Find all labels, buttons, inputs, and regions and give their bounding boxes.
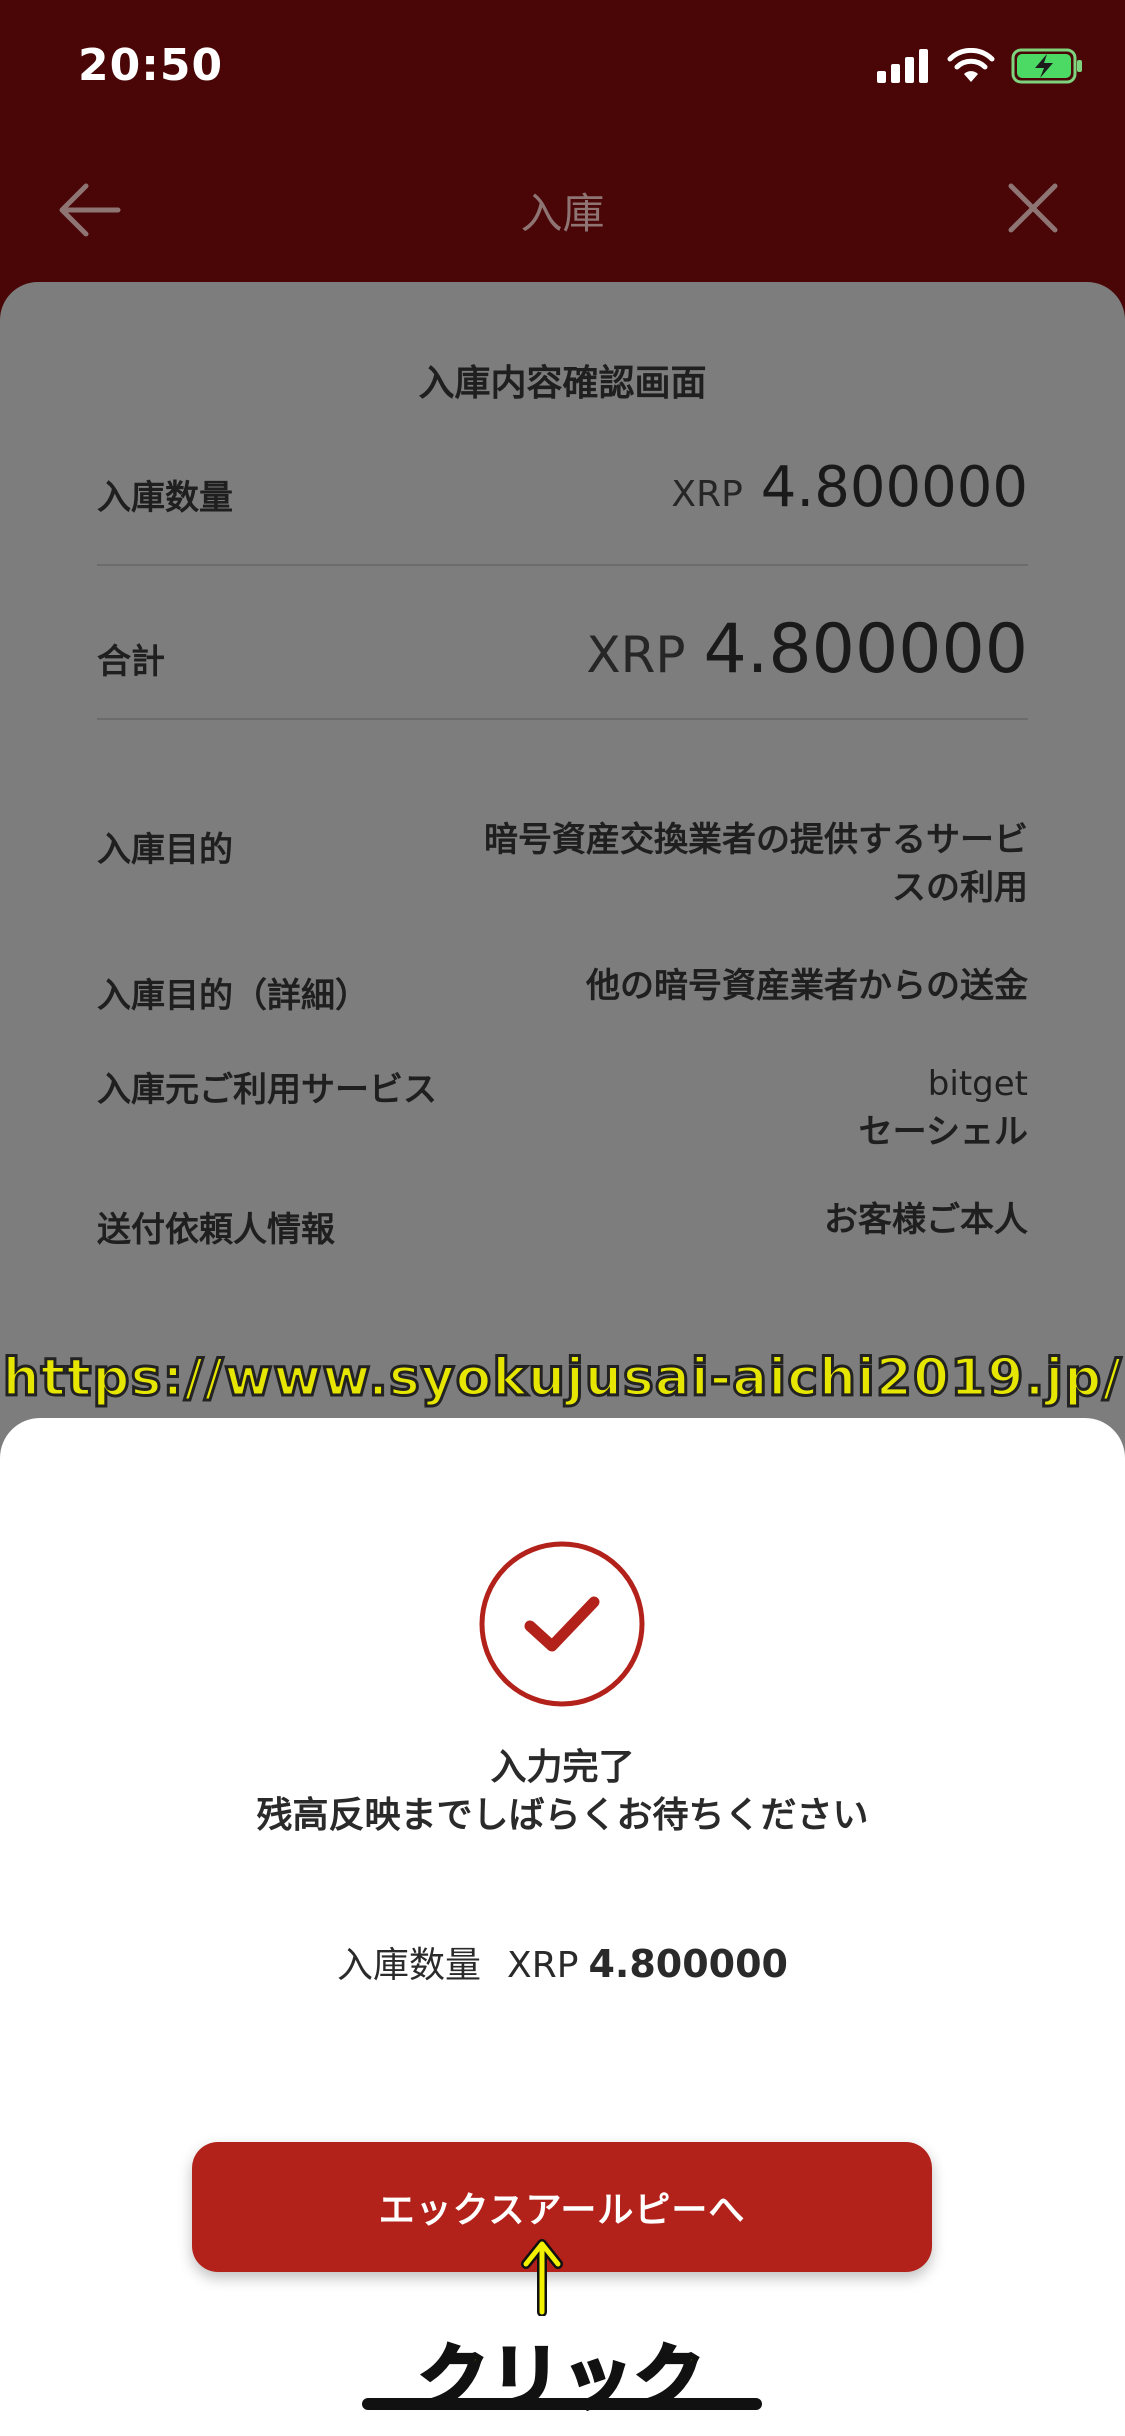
total-value: XRP 4.800000	[586, 600, 1028, 711]
watermark-url: https://www.syokujusai-aichi2019.jp/	[1, 1347, 1123, 1410]
status-time: 20:50	[78, 40, 224, 91]
completion-title: 入力完了	[490, 1747, 635, 1788]
completion-sheet: 入力完了 残高反映までしばらくお待ちください 入庫数量 XRP 4.800000 エ…	[0, 1418, 1125, 2436]
click-annotation-label: クリック	[417, 2335, 707, 2421]
quantity-label: 入庫数量	[97, 478, 233, 518]
divider	[97, 718, 1028, 720]
status-bar: 20:50	[0, 0, 1125, 140]
check-circle-icon	[479, 1541, 645, 1707]
screen: 20:50 入庫 入庫内容確認画面 入庫数量 XRP 4.800000 合計 X…	[0, 0, 1125, 2436]
sheet-amount-number: 4.800000	[588, 1942, 788, 1986]
quantity-value: XRP 4.800000	[671, 448, 1028, 535]
source-service-value-line2: セーシェル	[858, 1112, 1028, 1152]
battery-charging-icon	[1011, 48, 1082, 84]
requester-row: 送付依頼人情報 お客様ご本人	[97, 1200, 1028, 1258]
total-number: 4.800000	[703, 610, 1028, 689]
requester-value: お客様ご本人	[824, 1200, 1028, 1240]
purpose-row: 入庫目的 暗号資産交換業者の提供するサービ スの利用	[97, 820, 1028, 922]
sheet-amount: 入庫数量 XRP 4.800000	[0, 1936, 1125, 1988]
source-service-label: 入庫元ご利用サービス	[97, 1070, 437, 1110]
purpose-detail-label: 入庫目的（詳細）	[97, 976, 369, 1016]
nav-bar: 入庫	[0, 160, 1125, 260]
total-unit: XRP	[586, 626, 686, 684]
cellular-signal-icon	[877, 49, 928, 83]
purpose-value-line1: 暗号資産交換業者の提供するサービ	[484, 820, 1028, 860]
close-icon[interactable]	[1007, 182, 1059, 234]
total-row: 合計 XRP 4.800000	[97, 600, 1028, 700]
purpose-value-line2: スの利用	[892, 868, 1028, 908]
quantity-row: 入庫数量 XRP 4.800000	[97, 448, 1028, 528]
source-service-value: bitget セーシェル	[859, 1060, 1028, 1156]
requester-label: 送付依頼人情報	[97, 1210, 335, 1250]
purpose-detail-row: 入庫目的（詳細） 他の暗号資産業者からの送金	[97, 966, 1028, 1024]
purpose-label: 入庫目的	[97, 830, 233, 870]
nav-title: 入庫	[520, 189, 605, 238]
purpose-detail-value: 他の暗号資産業者からの送金	[586, 966, 1028, 1006]
sheet-amount-label: 入庫数量	[337, 1945, 482, 1986]
confirmation-title: 入庫内容確認画面	[418, 363, 707, 404]
completion-message: 残高反映までしばらくお待ちください	[256, 1795, 869, 1836]
go-to-xrp-button-label: エックスアールピーへ	[378, 2190, 746, 2231]
sheet-amount-unit: XRP	[507, 1945, 579, 1986]
up-arrow-icon	[521, 2239, 563, 2316]
confirmation-card: 入庫内容確認画面 入庫数量 XRP 4.800000 合計 XRP 4.800000…	[0, 282, 1125, 1532]
source-service-row: 入庫元ご利用サービス bitget セーシェル	[97, 1062, 1028, 1162]
status-icons	[877, 48, 1083, 84]
quantity-unit: XRP	[671, 474, 743, 515]
quantity-number: 4.800000	[760, 455, 1028, 520]
total-label: 合計	[97, 642, 165, 682]
source-service-value-line1: bitget	[927, 1064, 1028, 1104]
purpose-value: 暗号資産交換業者の提供するサービ スの利用	[484, 816, 1028, 912]
divider	[97, 564, 1028, 566]
wifi-icon	[947, 48, 995, 82]
